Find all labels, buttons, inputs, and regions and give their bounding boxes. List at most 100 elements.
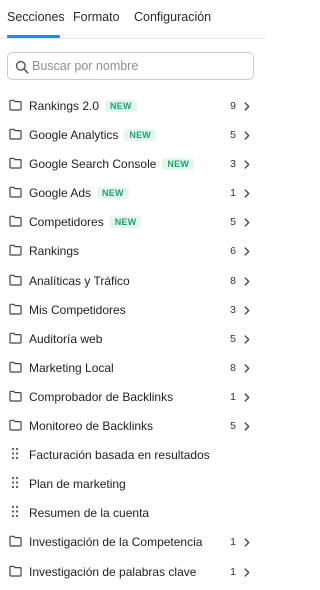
folder-icon	[9, 99, 22, 111]
section-name: Google Search Console	[29, 157, 157, 172]
folder-icon	[9, 536, 22, 548]
folder-icon	[9, 332, 22, 344]
chevron-right-icon	[244, 538, 250, 548]
section-label: Rankings 2.0 NEW	[29, 99, 137, 113]
section-item[interactable]: Marketing Local 8	[0, 354, 266, 383]
section-item[interactable]: Investigación de palabras clave 1	[0, 558, 266, 587]
section-count: 9	[230, 100, 236, 112]
tab-formato[interactable]: Formato	[73, 10, 120, 24]
section-count: 3	[230, 158, 236, 171]
section-label: Auditoría web	[29, 332, 102, 346]
folder-icon	[9, 361, 22, 373]
chevron-right-icon	[244, 393, 250, 402]
folder-icon	[9, 274, 22, 286]
section-label: Competidores NEW	[29, 215, 142, 230]
section-item[interactable]: Investigación de la Competencia 1	[0, 528, 266, 557]
chevron-right-icon	[244, 306, 250, 315]
chevron-right-icon	[244, 189, 250, 198]
section-name: Investigación de palabras clave	[29, 564, 197, 579]
folder-icon	[9, 128, 22, 140]
section-item[interactable]: Resumen de la cuenta	[0, 499, 266, 528]
search-input[interactable]	[32, 57, 247, 75]
section-label: Comprobador de Backlinks	[29, 390, 173, 404]
section-name: Google Ads	[29, 186, 92, 201]
section-name: Google Analytics	[29, 128, 119, 143]
section-count: 6	[230, 245, 236, 258]
section-count: 1	[230, 390, 236, 403]
section-count: 5	[230, 420, 236, 433]
section-name: Rankings 2.0	[29, 99, 100, 113]
chevron-right-icon	[244, 160, 250, 169]
chevron-right-icon	[244, 247, 250, 257]
section-name: Competidores	[29, 215, 104, 230]
section-label: Monitoreo de Backlinks	[29, 419, 153, 433]
chevron-right-icon	[244, 131, 250, 140]
section-count: 1	[230, 536, 236, 549]
section-item[interactable]: Monitoreo de Backlinks 5	[0, 412, 266, 441]
drag-handle-icon[interactable]	[11, 505, 19, 518]
section-item[interactable]: Google Search Console NEW 3	[0, 150, 266, 179]
section-item[interactable]: Auditoría web 5	[0, 325, 266, 354]
section-count: 8	[230, 274, 236, 287]
new-badge: NEW	[105, 100, 137, 112]
section-item[interactable]: Comprobador de Backlinks 1	[0, 383, 266, 412]
chevron-right-icon	[244, 422, 250, 431]
section-item[interactable]: Google Ads NEW 1	[0, 179, 266, 208]
tab-bar: Secciones Formato Configuración	[0, 0, 266, 39]
section-item[interactable]: Rankings 2.0 NEW 9	[0, 92, 266, 121]
section-name: Resumen de la cuenta	[29, 506, 150, 521]
search-icon	[15, 60, 29, 74]
section-name: Comprobador de Backlinks	[29, 389, 174, 404]
new-badge: NEW	[97, 187, 129, 200]
folder-icon	[9, 216, 22, 227]
new-badge: NEW	[162, 158, 195, 171]
section-count: 5	[230, 129, 236, 142]
section-label: Google Ads NEW	[29, 186, 129, 200]
section-count: 3	[230, 303, 236, 316]
section-item[interactable]: Mis Competidores 3	[0, 296, 266, 325]
section-item[interactable]: Facturación basada en resultados	[0, 441, 266, 470]
section-label: Plan de marketing	[29, 477, 126, 491]
drag-handle-icon[interactable]	[11, 447, 19, 460]
section-item[interactable]: Plan de marketing	[0, 470, 266, 499]
new-badge: NEW	[109, 216, 142, 229]
section-label: Investigación de la Competencia	[29, 535, 202, 549]
section-list: Rankings 2.0 NEW 9 Google Analytics NEW 5 Goog…	[0, 92, 266, 587]
section-name: Mis Competidores	[29, 302, 126, 317]
section-item[interactable]: Rankings 6	[0, 237, 266, 266]
tab-configuracion[interactable]: Configuración	[134, 10, 211, 24]
folder-icon	[9, 157, 22, 169]
section-label: Facturación basada en resultados	[29, 448, 210, 462]
chevron-right-icon	[244, 276, 250, 286]
section-name: Analíticas y Tráfico	[29, 273, 130, 288]
folder-icon	[9, 303, 22, 315]
section-name: Monitoreo de Backlinks	[29, 419, 154, 434]
section-name: Plan de marketing	[29, 477, 126, 492]
new-badge: NEW	[124, 129, 156, 142]
chevron-right-icon	[244, 567, 250, 577]
section-label: Investigación de palabras clave	[29, 565, 196, 579]
section-count: 8	[230, 361, 236, 374]
section-name: Investigación de la Competencia	[29, 535, 203, 550]
section-label: Mis Competidores	[29, 303, 126, 317]
search-box[interactable]	[7, 52, 254, 80]
section-name: Rankings	[29, 244, 80, 259]
section-label: Resumen de la cuenta	[29, 506, 149, 520]
tab-secciones[interactable]: Secciones	[7, 10, 65, 24]
section-count: 1	[230, 187, 236, 200]
chevron-right-icon	[244, 102, 250, 111]
section-name: Marketing Local	[29, 360, 114, 375]
section-count: 1	[230, 565, 236, 578]
folder-icon	[9, 186, 22, 198]
section-count: 5	[230, 216, 236, 229]
drag-handle-icon[interactable]	[11, 476, 19, 489]
section-item[interactable]: Google Analytics NEW 5	[0, 121, 266, 150]
folder-icon	[9, 245, 22, 257]
section-item[interactable]: Competidores NEW 5	[0, 208, 266, 237]
section-label: Analíticas y Tráfico	[29, 274, 130, 288]
section-count: 5	[230, 332, 236, 345]
section-item[interactable]: Analíticas y Tráfico 8	[0, 267, 266, 296]
section-label: Marketing Local	[29, 361, 114, 375]
folder-icon	[9, 419, 22, 431]
folder-icon	[9, 565, 22, 577]
